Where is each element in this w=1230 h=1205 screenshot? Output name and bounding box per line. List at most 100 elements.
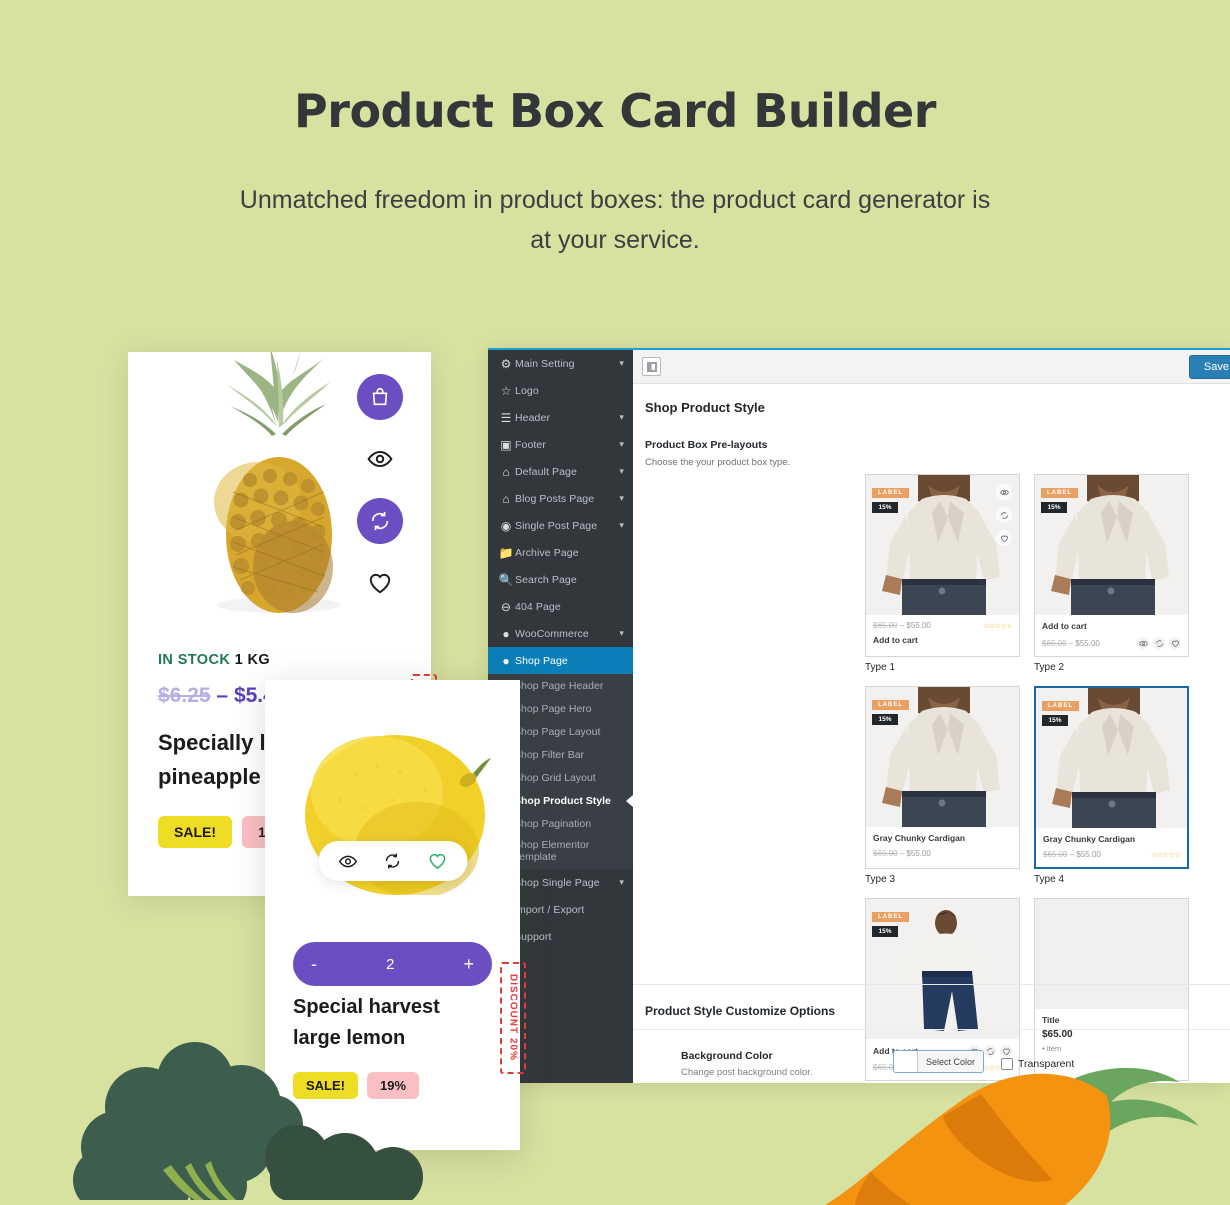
color-picker-button[interactable]: Select Color: [893, 1050, 985, 1073]
chevron-down-icon[interactable]: ▾: [619, 439, 633, 450]
sidebar-item-404-page[interactable]: ⊖ 404 Page: [488, 593, 633, 620]
chevron-down-icon[interactable]: ▾: [619, 466, 633, 477]
section-divider: [633, 984, 1230, 985]
sidebar-item-logo[interactable]: ☆ Logo: [488, 377, 633, 404]
product-type-grid: LABEL 15% $65.00 – $55.00 ☆☆☆☆☆ Add to cart T…: [865, 474, 1230, 1083]
add-to-cart-label[interactable]: Add to cart: [1042, 621, 1181, 631]
product-type-option[interactable]: LABEL 15% Gray Chunky Cardigan $65.00 – $55…: [1034, 686, 1189, 885]
compare-icon[interactable]: [383, 852, 401, 870]
admin-page-title: Shop Product Style: [645, 400, 765, 415]
sidebar-item-blog-posts-page[interactable]: ⌂ Blog Posts Page ▾: [488, 485, 633, 512]
quantity-decrement-button[interactable]: -: [311, 954, 317, 975]
chevron-down-icon[interactable]: ▾: [619, 877, 633, 888]
product-type-card[interactable]: LABEL 15% Gray Chunky Cardigan $65.00 – $55…: [865, 686, 1020, 869]
page-title: Product Box Card Builder: [294, 84, 936, 138]
product-type-card[interactable]: LABEL 15% Gray Chunky Cardigan $65.00 – $55…: [1034, 686, 1189, 869]
eye-icon[interactable]: [996, 484, 1012, 500]
sidebar-item-main-setting[interactable]: ⚙ Main Setting ▾: [488, 350, 633, 377]
quantity-value: 2: [386, 955, 395, 973]
sidebar-item-shop-page[interactable]: ● Shop Page: [488, 647, 633, 674]
select-color-label: Select Color: [926, 1056, 976, 1067]
rating-stars: ☆☆☆☆☆: [983, 622, 1012, 630]
quantity-stepper[interactable]: - 2 +: [293, 942, 492, 986]
sidebar-subitem-label: Shop Elementor Template: [514, 839, 590, 863]
price-new: $55.00: [1076, 850, 1101, 859]
woo-icon: ●: [502, 626, 510, 641]
menu-icon: ☰: [500, 410, 512, 425]
thumbnail-image: LABEL 15%: [1035, 475, 1188, 615]
sidebar-item-header[interactable]: ☰ Header ▾: [488, 404, 633, 431]
eye-icon[interactable]: [357, 436, 403, 482]
panel-layout-icon[interactable]: [642, 357, 661, 376]
thumbnail-title: Gray Chunky Cardigan: [1043, 834, 1136, 844]
eye-icon[interactable]: [1137, 637, 1149, 649]
product-type-option[interactable]: LABEL 15% $65.00 – $55.00 ☆☆☆☆☆ Add to cart T…: [865, 474, 1020, 673]
sidebar-item-archive-page[interactable]: 📁 Archive Page: [488, 539, 633, 566]
sidebar-item-label: Footer: [515, 438, 546, 451]
compare-icon[interactable]: [1153, 637, 1165, 649]
product-type-card[interactable]: LABEL 15% $65.00 – $55.00 ☆☆☆☆☆ Add to cart: [865, 474, 1020, 657]
thumbnail-side-actions: [996, 484, 1012, 553]
bag-icon[interactable]: [357, 374, 403, 420]
product-card-lemon[interactable]: - 2 + $4.00 – $3.25 Special harvest larg…: [265, 680, 520, 1150]
sidebar-item-default-page[interactable]: ⌂ Default Page ▾: [488, 458, 633, 485]
thumbnail-image: LABEL 15%: [1036, 688, 1187, 828]
discount-badge-label: DISCOUNT 20%: [507, 974, 519, 1062]
chevron-down-icon[interactable]: ▾: [619, 628, 633, 639]
admin-topbar: Save: [633, 350, 1230, 384]
option-row-background-color: Background Color Change post background …: [681, 1050, 1221, 1078]
percent-badge: 15%: [1042, 715, 1068, 726]
sidebar-item-woocommerce[interactable]: ● WooCommerce ▾: [488, 620, 633, 647]
heart-icon[interactable]: [427, 851, 447, 871]
add-to-cart-label[interactable]: Add to cart: [873, 635, 1012, 645]
option-name: Background Color: [681, 1050, 773, 1062]
option-description: Change post background color.: [681, 1067, 813, 1078]
sidebar-item-search-page[interactable]: 🔍 Search Page: [488, 566, 633, 593]
star-icon: ☆: [500, 383, 512, 398]
compare-icon[interactable]: [996, 507, 1012, 523]
label-badge: LABEL: [872, 700, 909, 710]
lemon-action-pill: [318, 841, 467, 881]
label-badge: LABEL: [872, 912, 909, 922]
chevron-down-icon[interactable]: ▾: [619, 412, 633, 423]
price-separator: –: [216, 684, 229, 707]
transparent-label: Transparent: [1018, 1058, 1075, 1070]
sidebar-subitem-label: Shop Filter Bar: [514, 748, 585, 761]
chevron-down-icon[interactable]: ▾: [619, 493, 633, 504]
chevron-down-icon[interactable]: ▾: [619, 520, 633, 531]
sidebar-subitem-label: Shop Pagination: [514, 817, 592, 830]
percent-badge: 15%: [872, 714, 898, 725]
product-type-option[interactable]: LABEL 15% Add to cart $65.00 – $55.00 Type 2: [1034, 474, 1189, 673]
product-type-name: Type 3: [865, 874, 896, 885]
option-label-group: Background Color Change post background …: [681, 1050, 893, 1078]
sidebar-item-label: Search Page: [515, 573, 577, 586]
thumbnail-image: LABEL 15%: [866, 899, 1019, 1039]
heart-icon[interactable]: [996, 530, 1012, 546]
price-new: $55.00: [906, 621, 931, 630]
product-type-option[interactable]: LABEL 15% Gray Chunky Cardigan $65.00 – $55…: [865, 686, 1020, 885]
sidebar-item-single-post-page[interactable]: ◉ Single Post Page ▾: [488, 512, 633, 539]
thumbnail-image: LABEL 15%: [866, 475, 1019, 615]
transparent-checkbox[interactable]: [1001, 1058, 1014, 1070]
heart-icon[interactable]: [1169, 637, 1181, 649]
lemon-image-area: [265, 680, 520, 895]
percent-badge: 15%: [872, 926, 898, 937]
transparent-checkbox-group[interactable]: Transparent: [1001, 1050, 1074, 1078]
thumbnail-image: LABEL 15%: [866, 687, 1019, 827]
quantity-increment-button[interactable]: +: [463, 954, 474, 975]
thumbnail-price: $65.00 – $55.00: [873, 849, 931, 858]
chevron-down-icon[interactable]: ▾: [619, 358, 633, 369]
sidebar-item-label: Single Post Page: [515, 519, 598, 532]
sidebar-item-label: WooCommerce: [515, 627, 589, 640]
save-button[interactable]: Save: [1188, 354, 1230, 379]
window-icon: ▣: [500, 437, 512, 452]
eye-icon[interactable]: [338, 852, 357, 871]
sidebar-subitem-label: Shop Page Hero: [514, 702, 592, 715]
product-type-card[interactable]: LABEL 15% Add to cart $65.00 – $55.00: [1034, 474, 1189, 657]
heart-icon[interactable]: [357, 560, 403, 606]
sidebar-item-footer[interactable]: ▣ Footer ▾: [488, 431, 633, 458]
compare-icon[interactable]: [357, 498, 403, 544]
minus-circle-icon: ⊖: [500, 599, 512, 614]
hero-section: Product Box Card Builder Unmatched freed…: [0, 0, 1230, 260]
customize-section-title: Product Style Customize Options: [645, 1004, 836, 1018]
